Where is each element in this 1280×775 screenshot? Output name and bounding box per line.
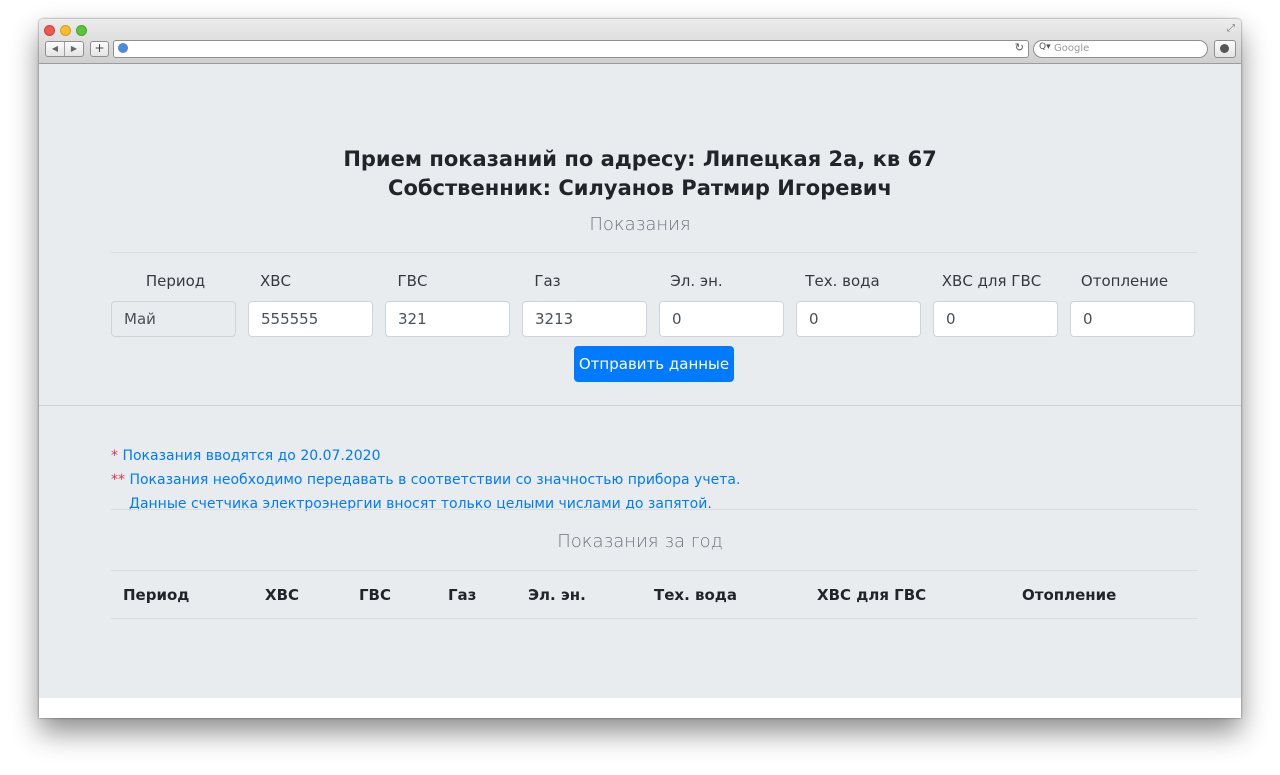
note-marker: ** <box>111 472 125 488</box>
submit-button[interactable]: Отправить данные <box>574 346 734 382</box>
th-period: Период <box>123 586 190 604</box>
th-heating: Отопление <box>1022 586 1117 604</box>
table-top-border <box>111 570 1197 571</box>
section-divider <box>39 405 1241 406</box>
forward-button[interactable]: ▶ <box>64 42 83 56</box>
reload-icon[interactable]: ↻ <box>1015 41 1024 54</box>
minimize-window-button[interactable] <box>60 25 71 36</box>
tech-water-input[interactable]: 0 <box>796 301 921 337</box>
year-section-title: Показания за год <box>557 531 723 552</box>
search-input[interactable]: Q▾ Google <box>1033 40 1208 58</box>
th-hot-water: ГВС <box>359 586 391 604</box>
hot-water-input[interactable]: 321 <box>385 301 510 337</box>
address-heading: Прием показаний по адресу: Липецкая 2а, … <box>343 147 937 171</box>
th-cold-for-hot-water: ХВС для ГВС <box>817 586 927 604</box>
gas-input[interactable]: 3213 <box>522 301 647 337</box>
label-cold-water: ХВС <box>259 272 292 290</box>
label-electricity: Эл. эн. <box>670 272 723 290</box>
th-cold-water: ХВС <box>265 586 300 604</box>
label-heating: Отопление <box>1080 272 1169 290</box>
heating-input[interactable]: 0 <box>1070 301 1195 337</box>
browser-toolbar: ⤢ ◀ ▶ + ↻ Q▾ Google <box>39 19 1241 64</box>
new-tab-button[interactable]: + <box>90 41 109 57</box>
address-bar[interactable]: ↻ <box>113 40 1029 58</box>
readings-section-title: Показания <box>589 214 691 235</box>
fullscreen-icon[interactable]: ⤢ <box>1227 23 1235 34</box>
deadline-note-text: Показания вводятся до 20.07.2020 <box>118 448 381 464</box>
cold-for-hot-water-input[interactable]: 0 <box>933 301 1058 337</box>
label-hot-water: ГВС <box>397 272 428 290</box>
label-cold-for-hot-water: ХВС для ГВС <box>941 272 1042 290</box>
back-button[interactable]: ◀ <box>46 42 64 56</box>
zoom-window-button[interactable] <box>76 25 87 36</box>
period-field: Май <box>111 301 236 337</box>
divider <box>111 509 1197 510</box>
owner-heading: Собственник: Силуанов Ратмир Игоревич <box>388 176 892 200</box>
th-gas: Газ <box>448 586 477 604</box>
close-window-button[interactable] <box>44 25 55 36</box>
electricity-input[interactable]: 0 <box>659 301 784 337</box>
label-gas: Газ <box>534 272 561 290</box>
globe-icon <box>118 43 128 53</box>
browser-window: ⤢ ◀ ▶ + ↻ Q▾ Google Прием показаний по а… <box>39 19 1241 718</box>
table-header-border <box>111 618 1197 619</box>
history-nav: ◀ ▶ <box>45 41 84 57</box>
downloads-icon <box>1220 44 1229 53</box>
th-electricity: Эл. эн. <box>528 586 586 604</box>
th-tech-water: Тех. вода <box>654 586 738 604</box>
electricity-note: Данные счетчика электроэнергии вносят то… <box>129 496 712 512</box>
precision-note: ** Показания необходимо передавать в соо… <box>111 470 740 490</box>
search-placeholder: Google <box>1054 43 1090 54</box>
cold-water-input[interactable]: 555555 <box>248 301 373 337</box>
note-marker: * <box>111 448 118 464</box>
search-icon: Q▾ <box>1039 42 1051 52</box>
deadline-note: * Показания вводятся до 20.07.2020 <box>111 446 380 466</box>
divider <box>111 252 1197 253</box>
downloads-button[interactable] <box>1214 40 1236 58</box>
precision-note-text: Показания необходимо передавать в соотве… <box>125 472 741 488</box>
page-content: Прием показаний по адресу: Липецкая 2а, … <box>39 64 1241 698</box>
label-tech-water: Тех. вода <box>805 272 880 290</box>
